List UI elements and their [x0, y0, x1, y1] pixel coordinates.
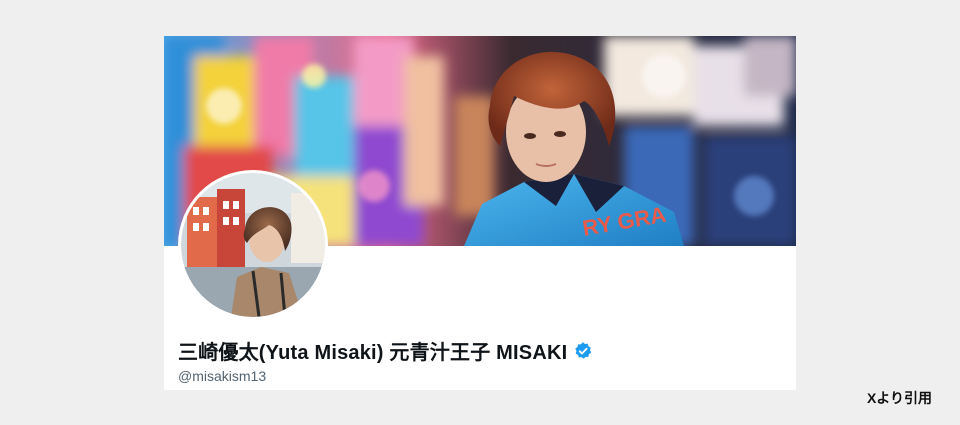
user-handle: @misakism13 — [178, 368, 267, 384]
avatar[interactable] — [181, 173, 325, 317]
display-name-row: 三崎優太(Yuta Misaki) 元青汁王子 MISAKI — [178, 336, 593, 365]
avatar-frame[interactable] — [178, 170, 328, 320]
display-name[interactable]: 三崎優太(Yuta Misaki) 元青汁王子 MISAKI — [178, 336, 567, 365]
source-credit: Xより引用 — [866, 390, 932, 406]
verified-badge-icon — [575, 341, 592, 359]
profile-card: RY GRA 三崎優太(Yuta Misaki) 元青汁王子 MISAKI @m… — [164, 36, 796, 390]
